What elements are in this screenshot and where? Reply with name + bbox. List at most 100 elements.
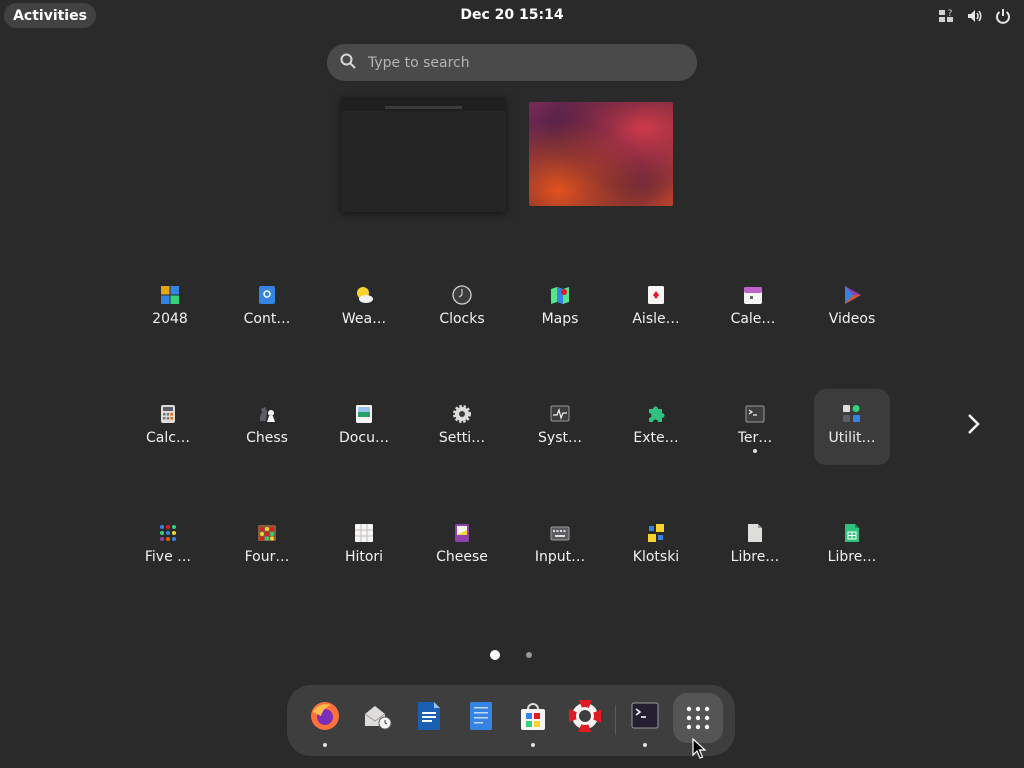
system-tray[interactable]: ? — [938, 6, 1012, 26]
aisleriot-icon — [648, 286, 664, 304]
app-clocks[interactable]: Clocks — [424, 275, 500, 351]
dock-software[interactable] — [511, 691, 555, 747]
app-label: Calc… — [146, 430, 190, 446]
app-label: Klotski — [632, 549, 680, 565]
terminal-icon — [745, 405, 765, 423]
accessibility-icon[interactable]: ? — [938, 7, 956, 25]
dock — [287, 685, 735, 756]
app-hitori[interactable]: Hitori — [326, 513, 402, 589]
app-label: Docu… — [339, 430, 389, 446]
app-aisleriot[interactable]: Aisle… — [618, 275, 694, 351]
app-label: Cont… — [243, 311, 291, 327]
app-label: 2048 — [152, 311, 188, 327]
volume-icon[interactable] — [966, 7, 984, 25]
app-settings[interactable]: Setti… — [424, 394, 500, 470]
clock[interactable]: Dec 20 15:14 — [460, 7, 563, 23]
app-videos[interactable]: Videos — [814, 275, 890, 351]
app-cheese[interactable]: Cheese — [424, 513, 500, 589]
app-calculator[interactable]: Calc… — [130, 394, 206, 470]
four-in-a-row-icon — [258, 525, 276, 541]
app-extensions[interactable]: Exte… — [618, 394, 694, 470]
input-method-icon — [550, 526, 570, 541]
app-libreoffice[interactable]: Libre… — [717, 513, 793, 589]
app-label: Cale… — [730, 311, 776, 327]
next-page-button[interactable] — [960, 412, 986, 440]
app-label: Four… — [244, 549, 290, 565]
running-indicator — [753, 449, 757, 453]
app-2048[interactable]: 2048 — [132, 275, 208, 351]
cheese-icon — [455, 524, 469, 542]
dock-text-editor[interactable] — [459, 691, 503, 747]
text-editor-icon — [470, 702, 492, 730]
workspace-thumbnail-1[interactable] — [341, 97, 506, 212]
app-label: Aisle… — [632, 311, 680, 327]
app-label: Chess — [246, 430, 288, 446]
utilities-folder-icon — [843, 405, 860, 422]
app-label: Hitori — [344, 549, 384, 565]
help-lifebuoy-icon — [569, 700, 601, 732]
workspace-thumbnail-2[interactable] — [529, 102, 673, 206]
app-chess[interactable]: Chess — [229, 394, 305, 470]
dock-help[interactable] — [563, 691, 607, 747]
show-apps-button[interactable] — [673, 693, 723, 743]
app-four-in-a-row[interactable]: Four… — [229, 513, 305, 589]
app-contacts[interactable]: Cont… — [229, 275, 305, 351]
dock-libreoffice-writer[interactable] — [407, 691, 451, 747]
firefox-icon — [311, 702, 339, 730]
app-label: Libre… — [827, 549, 877, 565]
app-label: Cheese — [436, 549, 488, 565]
app-libreoffice-calc[interactable]: Libre… — [814, 513, 890, 589]
app-grid-icon — [686, 706, 710, 730]
weather-icon — [357, 287, 373, 303]
software-bag-icon — [521, 703, 545, 730]
maps-icon — [551, 287, 569, 304]
clocks-icon — [452, 285, 472, 305]
dock-firefox[interactable] — [303, 691, 347, 747]
page-indicator-2[interactable] — [526, 652, 532, 658]
app-system-monitor[interactable]: Syst… — [522, 394, 598, 470]
power-icon[interactable] — [994, 7, 1012, 25]
app-label: Five … — [144, 549, 192, 565]
app-label: Clocks — [439, 311, 485, 327]
page-indicator-1[interactable] — [490, 650, 500, 660]
app-label: Libre… — [730, 549, 780, 565]
klotski-icon — [648, 524, 664, 542]
activities-button[interactable]: Activities — [4, 3, 96, 28]
app-label: Utilit… — [828, 430, 876, 446]
running-indicator — [323, 743, 327, 747]
app-terminal[interactable]: Ter… — [717, 394, 793, 470]
app-klotski[interactable]: Klotski — [618, 513, 694, 589]
app-weather[interactable]: Wea… — [326, 275, 402, 351]
system-monitor-icon — [550, 405, 570, 422]
app-document-viewer[interactable]: Docu… — [326, 394, 402, 470]
search-input[interactable] — [366, 53, 670, 72]
app-five-or-more[interactable]: Five … — [130, 513, 206, 589]
app-label: Wea… — [341, 311, 387, 327]
chess-icon — [260, 407, 275, 422]
search-bar[interactable] — [327, 44, 697, 81]
five-or-more-icon — [160, 525, 176, 541]
calculator-icon — [161, 405, 175, 423]
app-label: Maps — [541, 311, 579, 327]
mail-clock-icon — [364, 706, 392, 730]
app-folder-utilities[interactable]: Utilit… — [814, 389, 890, 465]
libreoffice-icon — [748, 524, 762, 542]
dock-terminal[interactable] — [623, 691, 667, 747]
window-preview-bar — [385, 106, 462, 109]
app-label: Exte… — [633, 430, 679, 446]
mouse-pointer-icon — [692, 737, 707, 764]
app-maps[interactable]: Maps — [522, 275, 598, 351]
settings-icon — [453, 405, 471, 423]
app-calendar[interactable]: Cale… — [715, 275, 791, 351]
running-indicator — [531, 743, 535, 747]
2048-icon — [161, 286, 179, 304]
contacts-icon — [259, 286, 275, 304]
app-input-method[interactable]: Input… — [522, 513, 598, 589]
svg-text:?: ? — [948, 9, 953, 19]
search-icon — [327, 53, 356, 73]
app-label: Input… — [534, 549, 586, 565]
calendar-icon — [744, 287, 762, 304]
app-label: Setti… — [438, 430, 486, 446]
extensions-icon — [649, 406, 665, 422]
dock-evolution[interactable] — [355, 691, 399, 747]
